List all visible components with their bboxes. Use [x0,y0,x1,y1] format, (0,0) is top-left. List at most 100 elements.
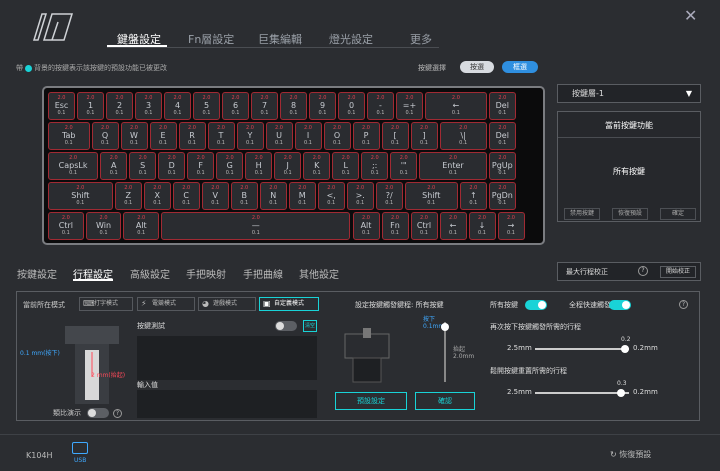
subtab-gamepad-curve[interactable]: 手把曲線 [243,266,283,281]
select-single-button[interactable]: 按選 [460,61,494,73]
key[interactable]: 2.0 Shift 0.1 [48,182,113,210]
mode-gaming-button[interactable]: ◕ 遊戲模式 [198,297,256,311]
tab-lighting[interactable]: 燈光設定 [329,31,373,47]
key[interactable]: 2.0 Z 0.1 [114,182,142,210]
slider-knob[interactable] [441,323,449,332]
key[interactable]: 2.0 R 0.1 [178,122,206,150]
key[interactable]: 2.0 PgUp 0.1 [488,152,516,180]
key[interactable]: 2.0 1 0.1 [77,92,104,120]
release-slider[interactable]: 0.3 [535,380,629,397]
tab-macro[interactable]: 巨集編輯 [258,31,302,47]
mode-esports-button[interactable]: ⚡ 電競模式 [137,297,195,311]
key[interactable]: 2.0—0.1 [161,212,351,240]
layer-dropdown[interactable]: 按鍵層-1 ▼ [557,84,701,103]
key[interactable]: 2.0 M 0.1 [288,182,316,210]
key[interactable]: 2.0 4 0.1 [164,92,191,120]
preset-button[interactable]: 預設設定 [335,392,407,410]
mode-custom-button[interactable]: ▣ 自定義模式 [259,297,319,311]
key[interactable]: 2.0 L 0.1 [332,152,360,180]
key[interactable]: 2.0 H 0.1 [245,152,273,180]
rapid-trigger-toggle[interactable] [609,300,631,310]
key[interactable]: 2.0 X 0.1 [143,182,171,210]
subtab-advanced[interactable]: 高級設定 [130,266,170,281]
press-slider[interactable]: 0.2 [535,336,631,353]
key[interactable]: 2.0 N 0.1 [259,182,287,210]
help-icon[interactable]: ? [679,300,688,309]
key[interactable]: 2.0 >. 0.1 [346,182,374,210]
key[interactable]: 2.0 ?/0.1 [375,182,403,210]
key[interactable]: 2.0 E 0.1 [149,122,177,150]
key[interactable]: 2.0 Fn 0.1 [381,212,409,240]
key[interactable]: 2.0 9 0.1 [309,92,336,120]
key[interactable]: 2.0 7 0.1 [251,92,278,120]
key[interactable]: 2.0;: 0.1 [361,152,389,180]
key[interactable]: 2.0 ← 0.1 [425,92,487,120]
slider-knob[interactable] [617,389,625,397]
key[interactable]: 2.0 B 0.1 [230,182,258,210]
key[interactable]: 2.0 W 0.1 [120,122,148,150]
key[interactable]: 2.0 I 0.1 [294,122,322,150]
key[interactable]: 2.0 V 0.1 [201,182,229,210]
select-box-button[interactable]: 框選 [502,61,538,73]
start-calibration-button[interactable]: 開始校正 [660,266,696,278]
trigger-slider[interactable] [441,322,449,382]
key[interactable]: 2.0] 0.1 [410,122,438,150]
key[interactable]: 2.0 '" 0.1 [390,152,418,180]
key[interactable]: 2.0 J 0.1 [274,152,302,180]
key[interactable]: 2.0 O 0.1 [323,122,351,150]
subtab-key-settings[interactable]: 按鍵設定 [17,266,57,281]
tab-more[interactable]: 更多 [410,31,432,47]
key[interactable]: 2.0 Del 0.1 [488,122,516,150]
clear-test-button[interactable]: 清空 [303,320,317,332]
key[interactable]: 2.0 Enter 0.1 [419,152,487,180]
simulation-toggle[interactable] [87,408,109,418]
help-icon[interactable]: ? [638,266,648,276]
key[interactable]: 2.0 D 0.1 [158,152,186,180]
key[interactable]: 2.0 =+ 0.1 [396,92,423,120]
restore-default-button[interactable]: 恢復預設 [612,208,648,220]
key[interactable]: 2.0 Shift 0.1 [404,182,458,210]
key[interactable]: 2.0 Ctrl 0.1 [48,212,84,240]
key[interactable]: 2.0 PgDn 0.1 [488,182,516,210]
disable-key-button[interactable]: 禁用按鍵 [564,208,600,220]
key[interactable]: 2.0 P 0.1 [352,122,380,150]
key[interactable]: 2.0 S 0.1 [129,152,157,180]
close-icon[interactable]: ✕ [684,6,697,25]
key[interactable]: 2.0 Win 0.1 [85,212,122,240]
subtab-other[interactable]: 其他設定 [299,266,339,281]
key[interactable]: 2.0 <, 0.1 [317,182,345,210]
key[interactable]: 2.0 G 0.1 [216,152,244,180]
key[interactable]: 2.0 \| 0.1 [439,122,487,150]
key[interactable]: 2.0 U 0.1 [265,122,293,150]
confirm-key-button[interactable]: 確定 [660,208,696,220]
key[interactable]: 2.0[0.1 [381,122,409,150]
key[interactable]: 2.0 A 0.1 [100,152,128,180]
key[interactable]: 2.0 Alt 0.1 [123,212,160,240]
key[interactable]: 2.0 F 0.1 [187,152,215,180]
key[interactable]: 2.0 8 0.1 [280,92,307,120]
key[interactable]: 2.0 Q 0.1 [91,122,119,150]
key[interactable]: 2.0 → 0.1 [497,212,525,240]
key[interactable]: 2.0 2 0.1 [106,92,133,120]
key[interactable]: 2.0 CapsLk 0.1 [48,152,99,180]
key[interactable]: 2.0 Y 0.1 [236,122,264,150]
key[interactable]: 2.0 C 0.1 [172,182,200,210]
key[interactable]: 2.0 Ctrl 0.1 [410,212,438,240]
key[interactable]: 2.0 6 0.1 [222,92,249,120]
confirm-trigger-button[interactable]: 確認 [415,392,475,410]
key[interactable]: 2.0 3 0.1 [135,92,162,120]
slider-knob[interactable] [621,345,629,353]
tab-fn-layer[interactable]: Fn層設定 [188,31,234,47]
key[interactable]: 2.0 0 0.1 [338,92,365,120]
help-icon[interactable]: ? [113,409,122,418]
key[interactable]: 2.0 ↑ 0.1 [459,182,487,210]
subtab-gamepad-mapping[interactable]: 手把映射 [186,266,226,281]
key[interactable]: 2.0 K 0.1 [303,152,331,180]
key[interactable]: 2.0-0.1 [367,92,394,120]
key[interactable]: 2.0 ← 0.1 [439,212,467,240]
key[interactable]: 2.0 Alt 0.1 [352,212,380,240]
all-keys-toggle[interactable] [525,300,547,310]
key[interactable]: 2.0 5 0.1 [193,92,220,120]
key[interactable]: 2.0 ↓ 0.1 [468,212,496,240]
key[interactable]: 2.0 Del 0.1 [488,92,516,120]
